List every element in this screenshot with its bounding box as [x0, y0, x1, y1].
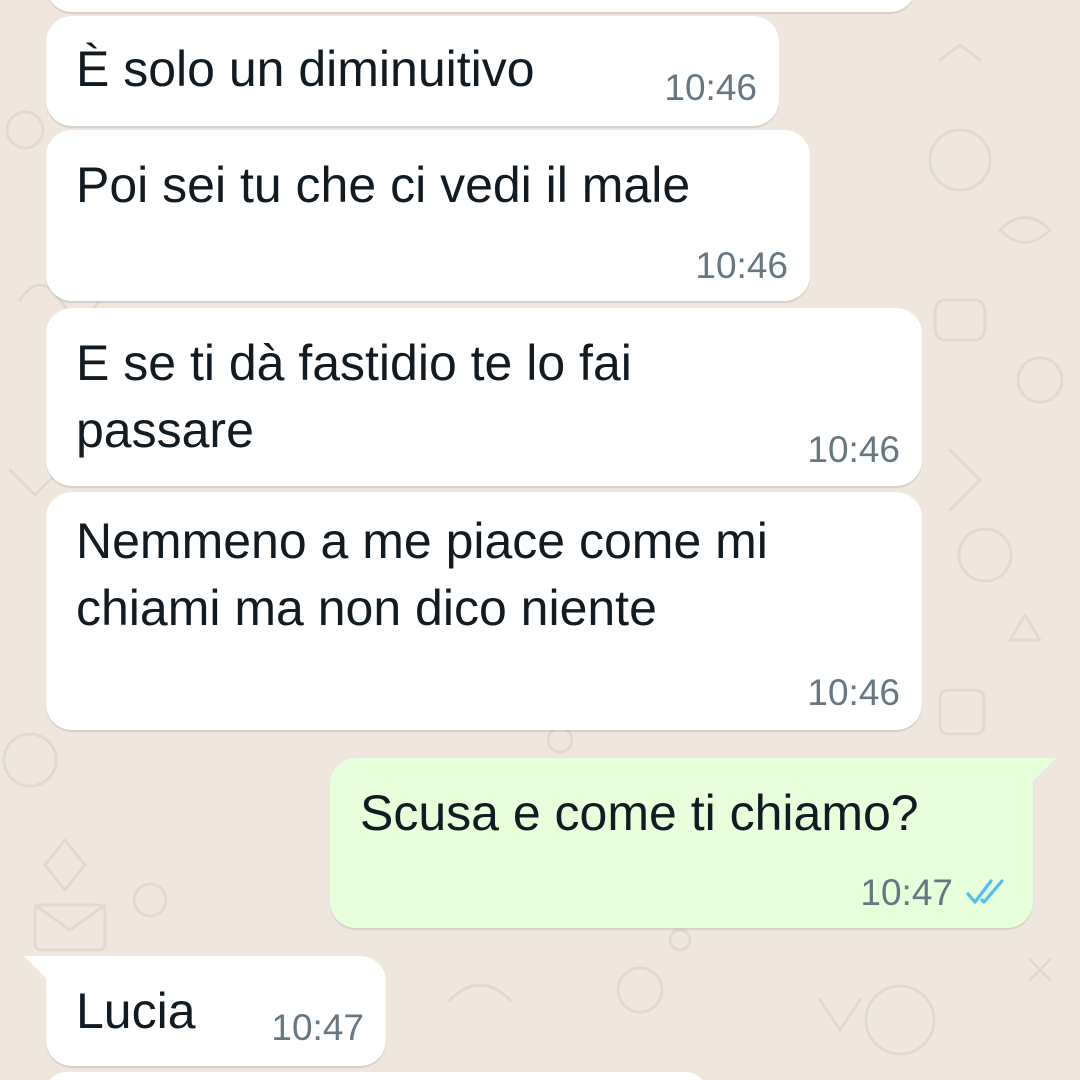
- bubble-tail: [1030, 758, 1056, 784]
- message-bubble-partial-top[interactable]: [46, 0, 916, 12]
- message-bubble[interactable]: Lucia 10:47: [46, 956, 386, 1066]
- message-text-line: Nemmeno a me piace come mi: [76, 513, 768, 569]
- message-timestamp: 10:47: [271, 1007, 364, 1048]
- message-bubble-outgoing[interactable]: Scusa e come ti chiamo? 10:47: [330, 758, 1033, 928]
- message-text-line: E se ti dà fastidio te lo fai: [76, 335, 632, 391]
- message-timestamp: 10:46: [695, 245, 788, 286]
- double-check-read-icon: [966, 879, 1004, 904]
- message-timestamp: 10:46: [807, 429, 900, 470]
- message-bubble-partial-bottom[interactable]: [46, 1072, 706, 1080]
- message-text: Scusa e come ti chiamo?: [360, 785, 919, 841]
- message-text: Lucia: [76, 983, 196, 1039]
- message-timestamp: 10:46: [664, 67, 757, 108]
- message-bubble[interactable]: Poi sei tu che ci vedi il male 10:46: [46, 130, 810, 301]
- message-text-line: passare: [76, 402, 254, 458]
- message-bubble[interactable]: È solo un diminuitivo 10:46: [46, 16, 779, 126]
- message-timestamp: 10:46: [807, 672, 900, 713]
- message-timestamp: 10:47: [860, 872, 953, 913]
- message-text-line: chiami ma non dico niente: [76, 580, 657, 636]
- message-text: Poi sei tu che ci vedi il male: [76, 157, 691, 213]
- message-bubble[interactable]: E se ti dà fastidio te lo fai passare 10…: [46, 308, 922, 486]
- message-text: È solo un diminuitivo: [76, 41, 535, 97]
- message-bubble[interactable]: Nemmeno a me piace come mi chiami ma non…: [46, 492, 922, 730]
